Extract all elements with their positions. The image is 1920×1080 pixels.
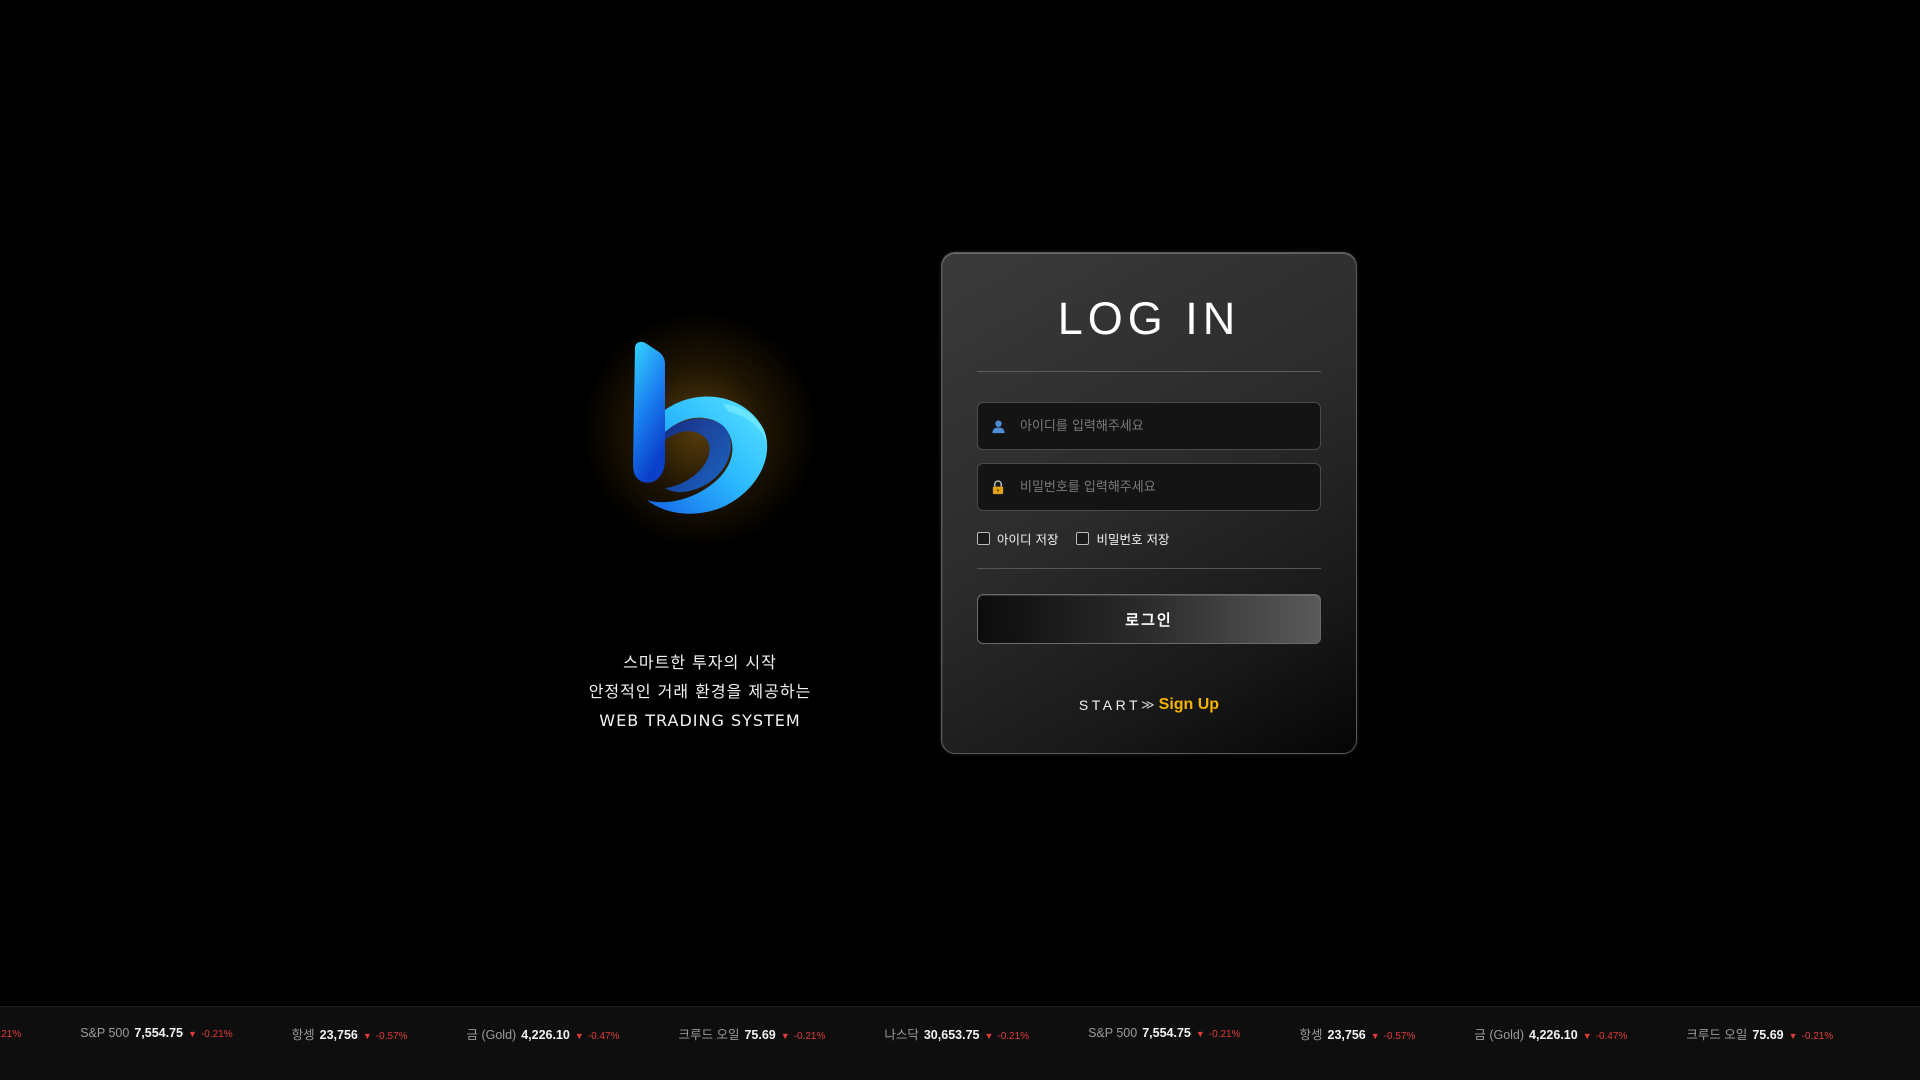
title-divider xyxy=(977,371,1321,372)
user-icon xyxy=(990,418,1006,434)
tagline-line-3: WEB TRADING SYSTEM xyxy=(599,711,801,730)
ticker-item-change: -0.21% xyxy=(793,1030,826,1042)
login-title: LOG IN xyxy=(1057,293,1241,344)
tagline-line-2: 안정적인 거래 환경을 제공하는 xyxy=(588,682,812,701)
ticker-item: 항셍 23,756 ▼ -0.57% xyxy=(1299,1024,1415,1043)
remember-id-label: 아이디 저장 xyxy=(997,531,1059,547)
password-input[interactable] xyxy=(1018,463,1308,511)
options-divider xyxy=(977,568,1321,569)
signup-row: START ≫ Sign Up xyxy=(977,696,1321,714)
ticker-item-change: -0.21% xyxy=(0,1029,22,1040)
ticker-item-name: 크루드 오일 xyxy=(678,1027,740,1042)
remember-id-box[interactable] xyxy=(977,531,990,545)
ticker-item: S&P 500 7,554.75 ▼ -0.21% xyxy=(1088,1026,1240,1040)
ticker-item-value: 23,756 xyxy=(319,1027,358,1042)
logo xyxy=(560,290,840,570)
ticker-item-change: -0.21% xyxy=(1801,1030,1834,1042)
password-field[interactable] xyxy=(977,463,1321,511)
tagline: 스마트한 투자의 시작 안정적인 거래 환경을 제공하는 WEB TRADING… xyxy=(560,648,840,735)
brand-panel: 스마트한 투자의 시작 안정적인 거래 환경을 제공하는 WEB TRADING… xyxy=(560,290,840,735)
b-logo-icon xyxy=(633,341,768,514)
down-arrow-icon: ▼ xyxy=(984,1030,994,1041)
ticker-item: 금 (Gold) 4,226.10 ▼ -0.47% xyxy=(1474,1024,1627,1043)
ticker-item-change: -0.21% xyxy=(997,1030,1030,1042)
ticker-item: 30,653.75▼-0.21% xyxy=(0,1026,21,1040)
username-field[interactable] xyxy=(977,402,1321,450)
ticker-item-value: 7,554.75 xyxy=(1142,1026,1191,1040)
ticker-item-name: 항셍 xyxy=(291,1027,315,1042)
ticker-item-value: 23,756 xyxy=(1327,1027,1366,1042)
tagline-line-1: 스마트한 투자의 시작 xyxy=(623,653,777,672)
remember-password-label: 비밀번호 저장 xyxy=(1096,531,1170,547)
lock-icon xyxy=(990,479,1006,495)
ticker-item: 금 (Gold) 4,226.10 ▼ -0.47% xyxy=(466,1024,619,1043)
ticker-item-value: 7,554.75 xyxy=(134,1026,184,1040)
double-chevron-right-icon: ≫ xyxy=(1141,697,1155,713)
signup-prefix: START xyxy=(1078,697,1142,713)
down-arrow-icon: ▼ xyxy=(780,1030,790,1041)
ticker-track: 30,653.75▼-0.21%S&P 5007,554.75▼-0.21%항셍… xyxy=(0,1018,1892,1048)
down-arrow-icon: ▼ xyxy=(1582,1030,1592,1041)
down-arrow-icon: ▼ xyxy=(188,1029,197,1039)
ticker-item-change: -0.47% xyxy=(587,1030,620,1042)
signup-link[interactable]: Sign Up xyxy=(1159,696,1219,714)
market-ticker: 30,653.75▼-0.21%S&P 5007,554.75▼-0.21%항셍… xyxy=(0,1006,1920,1080)
down-arrow-icon: ▼ xyxy=(1195,1029,1205,1039)
remember-password-box[interactable] xyxy=(1076,531,1090,545)
ticker-item-change: -0.47% xyxy=(1595,1030,1628,1042)
ticker-item-name: 금 (Gold) xyxy=(1474,1027,1525,1042)
down-arrow-icon: ▼ xyxy=(1788,1030,1798,1041)
down-arrow-icon: ▼ xyxy=(574,1030,584,1041)
username-input[interactable] xyxy=(1018,402,1308,450)
ticker-item: 항셍 23,756 ▼ -0.57% xyxy=(292,1024,408,1043)
ticker-item: 크루드 오일 75.69 ▼ -0.21% xyxy=(678,1024,825,1043)
login-page: 스마트한 투자의 시작 안정적인 거래 환경을 제공하는 WEB TRADING… xyxy=(0,0,1920,1080)
ticker-item-value: 75.69 xyxy=(744,1027,776,1042)
ticker-item-change: -0.21% xyxy=(200,1029,233,1040)
ticker-item-name: S&P 500 xyxy=(80,1026,130,1040)
ticker-item-name: 항셍 xyxy=(1299,1027,1323,1042)
ticker-item-change: -0.21% xyxy=(1208,1029,1241,1040)
remember-options: 아이디 저장 비밀번호 저장 xyxy=(977,528,1321,548)
ticker-item-change: -0.57% xyxy=(375,1030,408,1042)
ticker-item-name: S&P 500 xyxy=(1088,1026,1138,1040)
remember-id-checkbox[interactable]: 아이디 저장 xyxy=(977,529,1058,548)
ticker-item: 나스닥 30,653.75 ▼ -0.21% xyxy=(884,1024,1029,1043)
ticker-item-value: 4,226.10 xyxy=(521,1027,570,1042)
ticker-item-value: 4,226.10 xyxy=(1529,1027,1578,1042)
ticker-item: 크루드 오일 75.69 ▼ -0.21% xyxy=(1686,1024,1833,1043)
ticker-item: S&P 500 7,554.75 ▼ -0.21% xyxy=(80,1026,232,1040)
remember-password-checkbox[interactable]: 비밀번호 저장 xyxy=(1076,529,1169,548)
ticker-item-value: 75.69 xyxy=(1752,1027,1784,1042)
ticker-item-value: 30,653.75 xyxy=(923,1027,980,1042)
down-arrow-icon: ▼ xyxy=(362,1030,372,1041)
ticker-item-change: -0.57% xyxy=(1383,1030,1416,1042)
login-card: LOG IN 아이디를 입력해주세요 아이디 저장 비밀번호 저장 로그인 ST… xyxy=(941,252,1357,754)
login-button[interactable]: 로그인 xyxy=(977,594,1321,644)
ticker-item-name: 금 (Gold) xyxy=(466,1027,517,1042)
ticker-item-name: 나스닥 xyxy=(884,1027,919,1042)
down-arrow-icon: ▼ xyxy=(1370,1030,1380,1041)
ticker-item-name: 크루드 오일 xyxy=(1686,1027,1748,1042)
